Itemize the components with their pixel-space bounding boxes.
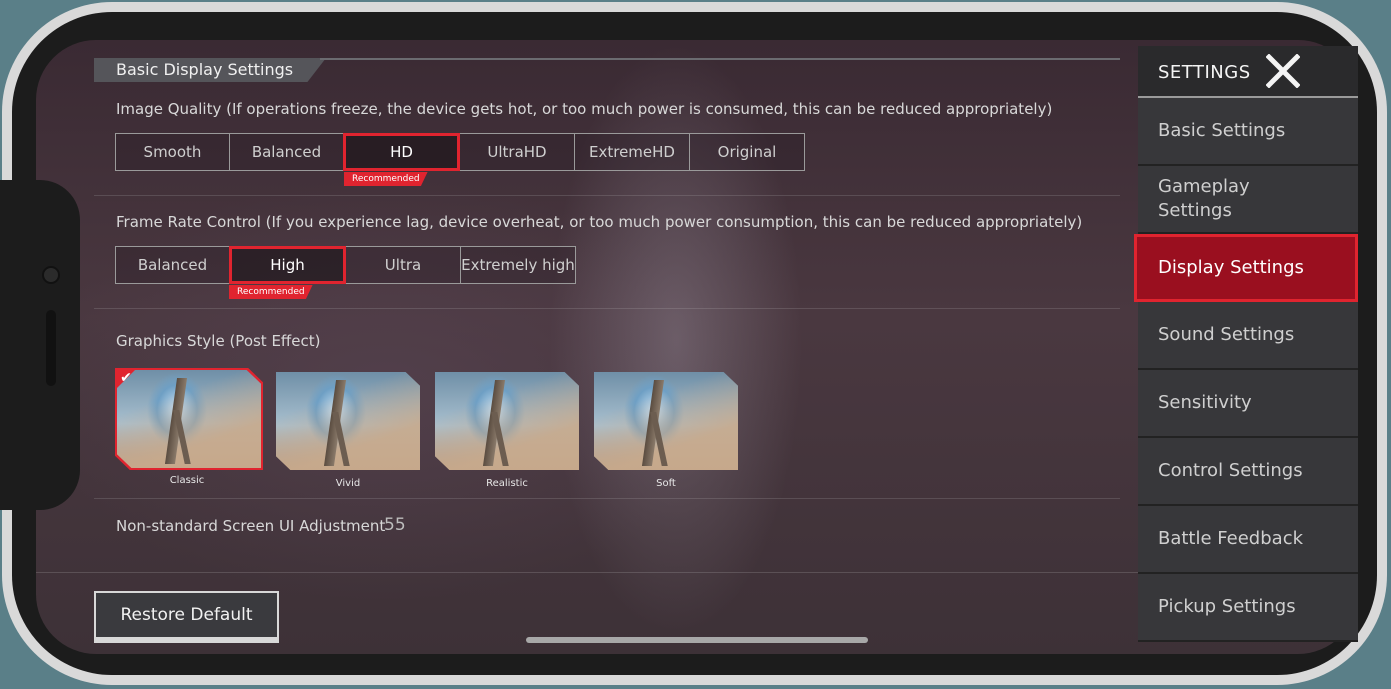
image-quality-balanced[interactable]: Balanced bbox=[229, 133, 344, 171]
frame-rate-ultra[interactable]: Ultra bbox=[345, 246, 461, 284]
sidebar-title: SETTINGS bbox=[1158, 62, 1251, 83]
sidebar-item-label: Sound Settings bbox=[1158, 324, 1295, 345]
sidebar-item-sensitivity[interactable]: Sensitivity bbox=[1138, 370, 1358, 438]
graphics-style-realistic-label: Realistic bbox=[486, 478, 528, 489]
sidebar-item-gameplay-settings[interactable]: Gameplay Settings bbox=[1138, 166, 1358, 234]
graphics-style-realistic[interactable] bbox=[435, 372, 579, 470]
screen-adjust-value[interactable]: 55 bbox=[384, 515, 406, 535]
sidebar-item-label: Control Settings bbox=[1158, 460, 1303, 481]
graphics-style-classic-label: Classic bbox=[169, 475, 205, 486]
section-underline bbox=[320, 58, 1120, 60]
divider bbox=[94, 308, 1120, 309]
frame-rate-balanced[interactable]: Balanced bbox=[115, 246, 230, 284]
screen-adjust-label: Non-standard Screen UI Adjustment bbox=[116, 517, 386, 535]
sidebar-item-label: Pickup Settings bbox=[1158, 596, 1296, 617]
sidebar-item-label: Battle Feedback bbox=[1158, 528, 1304, 549]
divider bbox=[36, 572, 1138, 573]
graphics-style-soft-label: Soft bbox=[656, 478, 676, 489]
phone-notch bbox=[0, 180, 80, 510]
speaker-grille bbox=[46, 310, 56, 386]
image-quality-extremehd[interactable]: ExtremeHD bbox=[574, 133, 690, 171]
sidebar-item-label: Gameplay Settings bbox=[1158, 176, 1250, 221]
divider bbox=[94, 195, 1120, 196]
close-icon[interactable] bbox=[1266, 54, 1300, 88]
graphics-style-vivid[interactable] bbox=[276, 372, 420, 470]
graphics-style-classic[interactable] bbox=[117, 370, 261, 468]
camera-icon bbox=[42, 266, 60, 284]
restore-default-label: Restore Default bbox=[96, 593, 277, 637]
sidebar-item-label: Basic Settings bbox=[1158, 120, 1286, 141]
restore-default-button[interactable]: Restore Default bbox=[94, 591, 279, 643]
section-title: Basic Display Settings bbox=[94, 58, 326, 82]
frame-rate-extremely-high[interactable]: Extremely high bbox=[460, 246, 576, 284]
sidebar-item-sound-settings[interactable]: Sound Settings bbox=[1138, 302, 1358, 370]
graphics-style-label: Graphics Style (Post Effect) bbox=[116, 332, 321, 350]
frame-rate-label: Frame Rate Control (If you experience la… bbox=[116, 213, 1083, 231]
sidebar-item-label: Sensitivity bbox=[1158, 392, 1252, 413]
image-quality-options: Smooth Balanced HD UltraHD ExtremeHD Ori… bbox=[115, 133, 805, 171]
frame-rate-high[interactable]: High bbox=[229, 246, 346, 284]
graphics-style-vivid-label: Vivid bbox=[335, 478, 361, 489]
recommended-badge: Recommended bbox=[344, 172, 428, 186]
image-quality-ultrahd[interactable]: UltraHD bbox=[459, 133, 575, 171]
recommended-badge: Recommended bbox=[229, 285, 313, 299]
sidebar-item-label: Display Settings bbox=[1158, 257, 1304, 278]
image-quality-label: Image Quality (If operations freeze, the… bbox=[116, 100, 1053, 118]
graphics-style-soft[interactable] bbox=[594, 372, 738, 470]
image-quality-hd[interactable]: HD bbox=[343, 133, 460, 171]
image-quality-smooth[interactable]: Smooth bbox=[115, 133, 230, 171]
home-indicator[interactable] bbox=[526, 637, 868, 643]
sidebar-item-battle-feedback[interactable]: Battle Feedback bbox=[1138, 506, 1358, 574]
divider bbox=[94, 498, 1120, 499]
image-quality-original[interactable]: Original bbox=[689, 133, 805, 171]
sidebar-item-pickup-settings[interactable]: Pickup Settings bbox=[1138, 574, 1358, 642]
sidebar-item-display-settings[interactable]: Display Settings bbox=[1134, 234, 1358, 302]
sidebar-header: SETTINGS bbox=[1138, 46, 1358, 98]
sidebar-item-basic-settings[interactable]: Basic Settings bbox=[1138, 98, 1358, 166]
sidebar-item-control-settings[interactable]: Control Settings bbox=[1138, 438, 1358, 506]
frame-rate-options: Balanced High Ultra Extremely high bbox=[115, 246, 576, 284]
